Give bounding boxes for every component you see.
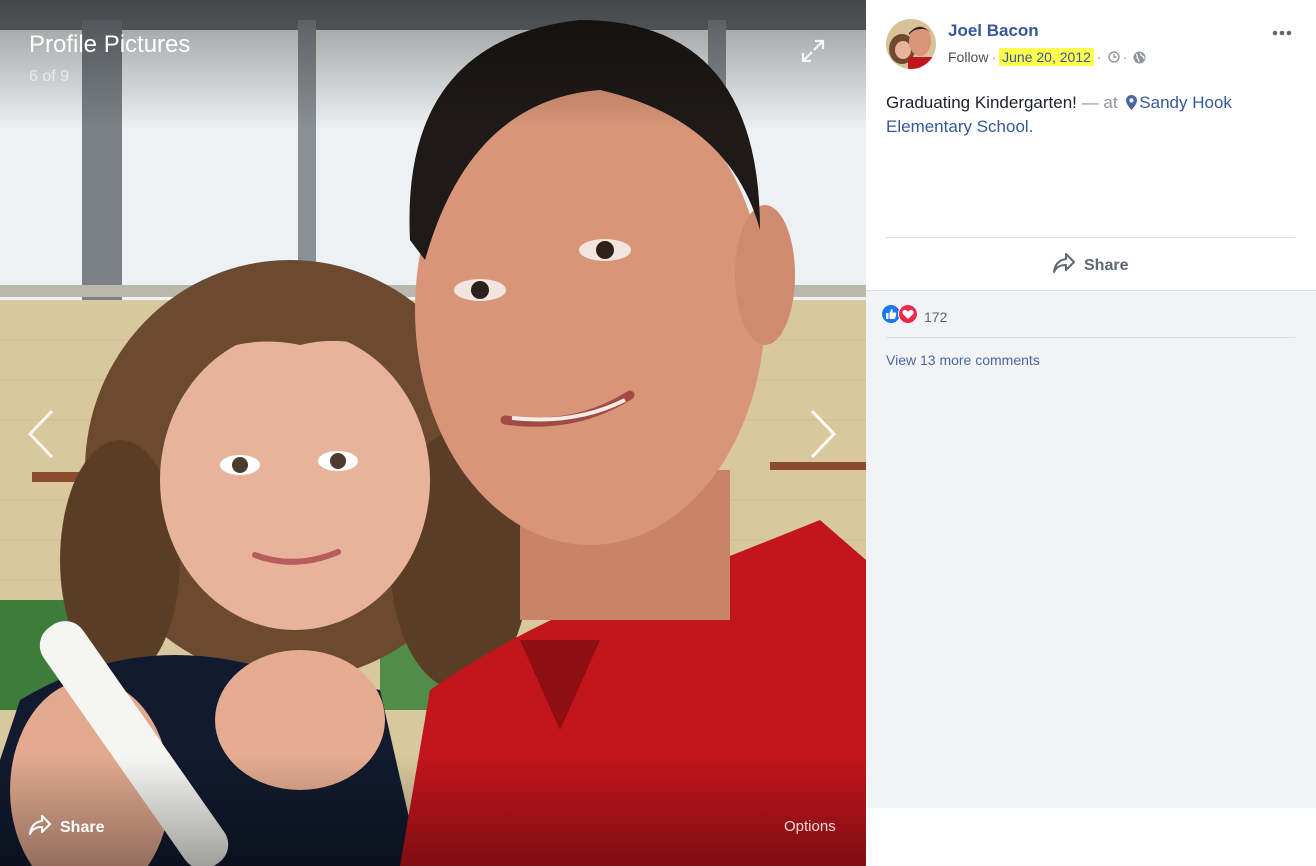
author-name-link[interactable]: Joel Bacon: [948, 21, 1039, 41]
photo-viewer: Profile Pictures 6 of 9 Share Options: [0, 0, 866, 866]
viewer-share-label: Share: [60, 818, 105, 836]
album-title[interactable]: Profile Pictures: [29, 31, 190, 59]
avatar[interactable]: [886, 19, 936, 69]
options-button[interactable]: Options: [784, 818, 836, 835]
divider: [886, 237, 1295, 238]
reaction-count: 172: [924, 308, 948, 325]
meta-separator: ·: [1122, 49, 1128, 65]
photo-counter: 6 of 9: [29, 68, 70, 85]
expand-icon[interactable]: [800, 38, 826, 64]
share-arrow-icon: [1052, 252, 1076, 279]
post-meta: Follow · June 20, 2012 · ·: [948, 48, 1146, 66]
more-horizontal-icon[interactable]: [1272, 26, 1292, 38]
caption-at: — at: [1081, 93, 1118, 112]
chevron-left-icon[interactable]: [26, 408, 56, 460]
meta-separator: ·: [1096, 49, 1102, 65]
post-side-panel: Joel Bacon Follow · June 20, 2012 · · Gr…: [866, 0, 1316, 866]
share-arrow-icon: [28, 814, 52, 841]
caption-text: Graduating Kindergarten!: [886, 93, 1077, 112]
reactions-summary[interactable]: 172: [881, 304, 947, 329]
follow-link[interactable]: Follow: [948, 49, 988, 65]
chevron-right-icon[interactable]: [808, 408, 838, 460]
view-more-comments-link[interactable]: View 13 more comments: [886, 352, 1040, 368]
bottom-gradient: [0, 756, 866, 866]
viewer-share-button[interactable]: Share: [28, 814, 104, 841]
top-gradient: [0, 0, 866, 130]
map-pin-icon: [1126, 94, 1138, 116]
love-reaction-icon: [898, 304, 918, 329]
globe-icon[interactable]: [1133, 51, 1146, 64]
meta-separator: ·: [991, 49, 997, 65]
share-button[interactable]: Share: [1052, 252, 1128, 279]
post-date-link[interactable]: June 20, 2012: [999, 48, 1094, 66]
clock-icon[interactable]: [1107, 51, 1120, 63]
post-caption: Graduating Kindergarten! — at Sandy Hook…: [886, 92, 1286, 138]
comments-section: 172 View 13 more comments: [866, 290, 1316, 808]
divider: [886, 337, 1295, 338]
share-label: Share: [1084, 256, 1129, 274]
post-header: Joel Bacon Follow · June 20, 2012 · · Gr…: [866, 0, 1316, 290]
